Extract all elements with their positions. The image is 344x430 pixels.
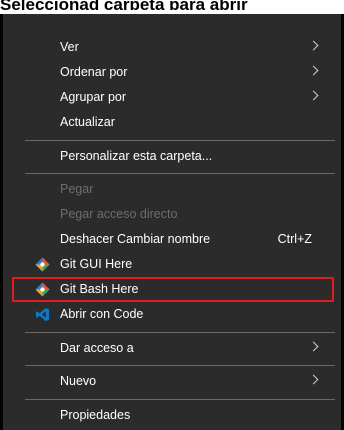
menu-item-git-gui-here[interactable]: Git GUI Here: [25, 252, 335, 277]
menu-item-label: Agrupar por: [60, 90, 127, 104]
chevron-right-icon: [308, 374, 319, 385]
menu-item-label: Deshacer Cambiar nombre: [60, 232, 211, 246]
menu-separator: [25, 399, 335, 400]
context-menu: Ver Ordenar por Agrupar por Actualizar P…: [0, 14, 344, 430]
menu-item-pegar[interactable]: Pegar: [25, 177, 335, 202]
shortcut-label: Ctrl+Z: [277, 232, 312, 246]
menu-item-label: Propiedades: [60, 408, 131, 422]
menu-separator: [25, 365, 335, 366]
menu-item-deshacer[interactable]: Deshacer Cambiar nombre Ctrl+Z: [25, 227, 335, 252]
menu-item-label: Ver: [60, 40, 79, 54]
chevron-right-icon: [308, 90, 319, 101]
menu-item-label: Pegar: [60, 182, 94, 196]
menu-item-ordenar-por[interactable]: Ordenar por: [25, 60, 335, 85]
page-heading: Seleccionad carpeta para abrir: [0, 0, 248, 10]
menu-item-nuevo[interactable]: Nuevo: [25, 369, 335, 394]
highlight-box: [12, 277, 334, 302]
menu-item-dar-acceso-a[interactable]: Dar acceso a: [25, 336, 335, 361]
menu-separator: [25, 140, 335, 141]
menu-item-ver[interactable]: Ver: [25, 35, 335, 60]
chevron-right-icon: [308, 40, 319, 51]
menu-separator: [25, 173, 335, 174]
chevron-right-icon: [308, 341, 319, 352]
menu-item-label: Personalizar esta carpeta...: [60, 149, 213, 163]
chevron-right-icon: [308, 65, 319, 76]
menu-item-pegar-acceso-directo[interactable]: Pegar acceso directo: [25, 202, 335, 227]
menu-item-abrir-con-code[interactable]: Abrir con Code: [25, 302, 335, 327]
menu-item-label: Git GUI Here: [60, 257, 133, 271]
menu-item-actualizar[interactable]: Actualizar: [25, 110, 335, 135]
menu-item-label: Ordenar por: [60, 65, 128, 79]
menu-item-label: Pegar acceso directo: [60, 207, 178, 221]
menu-item-agrupar-por[interactable]: Agrupar por: [25, 85, 335, 110]
menu-item-personalizar-carpeta[interactable]: Personalizar esta carpeta...: [25, 144, 335, 169]
menu-item-label: Abrir con Code: [60, 307, 144, 321]
menu-item-label: Actualizar: [60, 115, 115, 129]
menu-item-propiedades[interactable]: Propiedades: [25, 403, 335, 428]
menu-separator: [25, 332, 335, 333]
menu-item-label: Dar acceso a: [60, 341, 134, 355]
vscode-icon: [35, 307, 50, 322]
git-icon: [35, 257, 50, 272]
menu-item-label: Nuevo: [60, 374, 97, 388]
